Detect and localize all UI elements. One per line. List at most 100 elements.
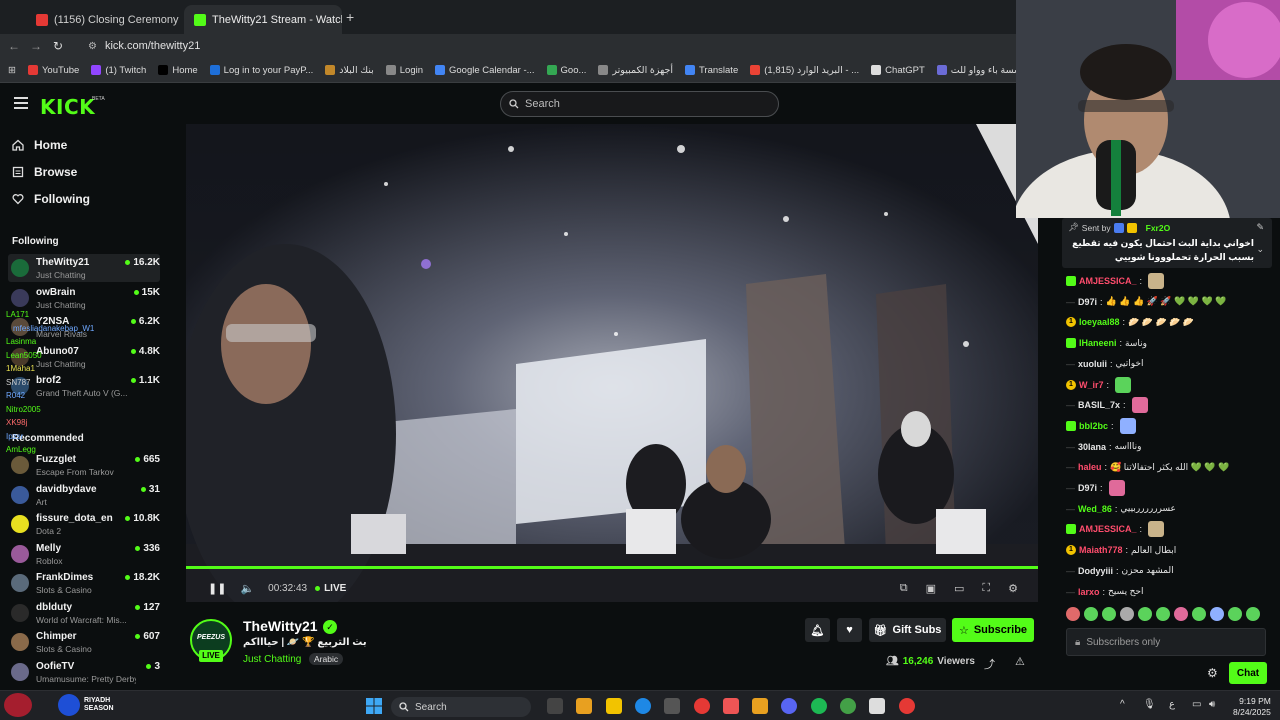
chat-username[interactable]: loeyaal88	[1079, 317, 1120, 327]
chat-message[interactable]: — D97i: 👍 👍 👍 🚀 🚀 💚 💚 💚 💚	[1066, 293, 1226, 311]
sidebar-channel-item[interactable]: brof2 Grand Theft Auto V (G... 1.1K	[8, 372, 160, 400]
file-explorer-icon[interactable]	[605, 698, 622, 714]
chat-username[interactable]: xuoluii	[1078, 359, 1107, 369]
microphone-icon[interactable]: 🎙︎	[1143, 699, 1156, 710]
spotify-icon[interactable]	[810, 698, 827, 714]
chat-message[interactable]: 1 W_ir7:	[1066, 376, 1132, 394]
apps-grid-icon[interactable]: ⊞	[0, 65, 22, 76]
chat-username[interactable]: D97i	[1078, 297, 1097, 307]
chat-username[interactable]: AMJESSICA_	[1079, 524, 1137, 534]
sidebar-channel-item[interactable]: Fuzzglet Escape From Tarkov 665	[8, 451, 160, 479]
chat-message[interactable]: — xuoluii: اخواتيي	[1066, 355, 1143, 373]
volume-icon[interactable]: 🔈	[240, 582, 254, 595]
chrome-profile-icon[interactable]	[898, 698, 915, 714]
bookmark-item[interactable]: YouTube	[22, 65, 85, 76]
chat-message[interactable]: bbl2bc:	[1066, 417, 1136, 435]
chat-message[interactable]: — haleu: 🥰 الله يكثر احتفالاتنا 💚 💚 💚	[1066, 458, 1229, 476]
chat-username[interactable]: AMJESSICA_	[1079, 276, 1137, 286]
chrome-icon[interactable]	[693, 698, 710, 714]
channel-name[interactable]: TheWitty21	[243, 618, 318, 634]
chat-username[interactable]: 30lana	[1078, 442, 1106, 452]
chat-message[interactable]: 1 Maiath778: ابطال العالم	[1066, 541, 1176, 559]
chat-username[interactable]: haleu	[1078, 462, 1102, 472]
theater-mode-icon[interactable]: ▭	[954, 582, 964, 595]
chat-send-button[interactable]: Chat	[1229, 662, 1267, 684]
sidebar-channel-item[interactable]: TheWitty21 Just Chatting 16.2K	[8, 254, 160, 282]
chat-message[interactable]: — larxo: احح يسيح	[1066, 583, 1143, 601]
taskbar-search[interactable]: Search	[391, 697, 531, 717]
chat-username[interactable]: Maiath778	[1079, 545, 1123, 555]
new-tab-icon[interactable]: +	[346, 9, 354, 25]
url-field[interactable]: ⚙ kick.com/thewitty21	[88, 40, 200, 52]
widget-icon[interactable]	[4, 693, 32, 717]
clip-icon[interactable]: ⧉	[900, 582, 908, 595]
follow-heart-button[interactable]: ♥	[837, 618, 862, 642]
chat-message[interactable]: 1 loeyaal88: 🥟 🥟 🥟 🥟 🥟	[1066, 313, 1194, 331]
bookmark-item[interactable]: أجهزة الكمبيوتر	[592, 65, 679, 76]
copilot-icon[interactable]	[576, 698, 593, 714]
emote-icon[interactable]	[1246, 607, 1260, 621]
nav-home[interactable]: Home	[12, 138, 67, 152]
pinned-message[interactable]: 📌︎ Sent by Fxr2O اخواني بداية البث احتما…	[1062, 218, 1272, 268]
chat-username[interactable]: Dodyyiii	[1078, 566, 1113, 576]
speaker-icon[interactable]: 🔊︎	[1209, 699, 1215, 710]
bookmark-item[interactable]: Home	[152, 65, 203, 76]
sidebar-channel-item[interactable]: fissure_dota_en Dota 2 10.8K	[8, 510, 160, 538]
site-info-icon[interactable]: ⚙	[88, 41, 97, 52]
emote-icon[interactable]	[1120, 607, 1134, 621]
emote-icon[interactable]	[1228, 607, 1242, 621]
chat-username[interactable]: IHaneeni	[1079, 338, 1117, 348]
search-input[interactable]: Search	[500, 91, 779, 117]
gift-subs-button[interactable]: 🎁︎ Gift Subs	[869, 618, 946, 642]
sidebar-channel-item[interactable]: Melly Roblox 336	[8, 540, 160, 568]
chat-username[interactable]: BASIL_7x	[1078, 400, 1120, 410]
chat-username[interactable]: D97i	[1078, 483, 1097, 493]
playback-progress-bar[interactable]	[186, 566, 1038, 569]
sidebar-channel-item[interactable]: owBrain Just Chatting 15K	[8, 284, 160, 312]
sidebar-channel-item[interactable]: FrankDimes Slots & Casino 18.2K	[8, 569, 160, 597]
chat-input[interactable]: 🔒︎ Subscribers only	[1066, 628, 1266, 656]
settings-gear-icon[interactable]: ⚙	[1008, 582, 1018, 595]
fullscreen-icon[interactable]: ⛶	[982, 582, 990, 595]
nav-following[interactable]: Following	[12, 192, 90, 206]
bookmark-item[interactable]: بنك البلاد	[319, 65, 379, 76]
pip-icon[interactable]: ▣	[926, 582, 936, 595]
sidebar-channel-item[interactable]: OofieTV Umamusume: Pretty Derby 3	[8, 658, 160, 686]
report-warning-icon[interactable]: ⚠	[1015, 655, 1025, 668]
tab-youtube[interactable]: (1156) Closing Ceremony | Esp ✕	[26, 5, 182, 34]
chat-message[interactable]: AMJESSICA_:	[1066, 520, 1165, 538]
chat-username[interactable]: W_ir7	[1079, 380, 1104, 390]
windows-start-icon[interactable]	[366, 698, 382, 714]
sidebar-channel-item[interactable]: Chimper Slots & Casino 607	[8, 628, 160, 656]
stream-category-link[interactable]: Just Chatting	[243, 654, 301, 665]
emote-icon[interactable]	[1210, 607, 1224, 621]
emote-icon[interactable]	[1156, 607, 1170, 621]
chat-message[interactable]: — Dodyyiii: المشهد محزن	[1066, 562, 1174, 580]
emote-icon[interactable]	[1102, 607, 1116, 621]
chat-message[interactable]: —30lana: وناااسه	[1066, 438, 1142, 456]
chat-message[interactable]: — BASIL_7x:	[1066, 396, 1148, 414]
bookmark-item[interactable]: ChatGPT	[865, 65, 931, 76]
reload-icon[interactable]: ↻	[48, 39, 68, 53]
nav-browse[interactable]: Browse	[12, 165, 77, 179]
hamburger-menu-icon[interactable]	[14, 97, 28, 109]
bookmark-item[interactable]: Goo...	[541, 65, 593, 76]
pause-icon[interactable]: ❚❚	[208, 582, 226, 595]
bookmark-item[interactable]: Login	[380, 65, 429, 76]
network-icon[interactable]: ▭	[1192, 699, 1201, 710]
pinned-sender-name[interactable]: Fxr2O	[1146, 223, 1171, 233]
app-icon[interactable]	[722, 698, 739, 714]
chat-message[interactable]: — Wed_86: عسرررررربييي	[1066, 500, 1176, 518]
emote-icon[interactable]	[1138, 607, 1152, 621]
back-icon[interactable]: ←	[4, 39, 24, 53]
chat-username[interactable]: Wed_86	[1078, 504, 1112, 514]
chevron-up-icon[interactable]: ^	[1120, 699, 1125, 710]
store-icon[interactable]	[664, 698, 681, 714]
app-icon[interactable]	[752, 698, 769, 714]
chat-username[interactable]: bbl2bc	[1079, 421, 1108, 431]
chat-message[interactable]: AMJESSICA_:	[1066, 272, 1165, 290]
emote-icon[interactable]	[1174, 607, 1188, 621]
sidebar-channel-item[interactable]: davidbydave Art 31	[8, 481, 160, 509]
chevron-down-icon[interactable]: ⌄	[1256, 244, 1264, 255]
video-player[interactable]	[186, 124, 1038, 602]
